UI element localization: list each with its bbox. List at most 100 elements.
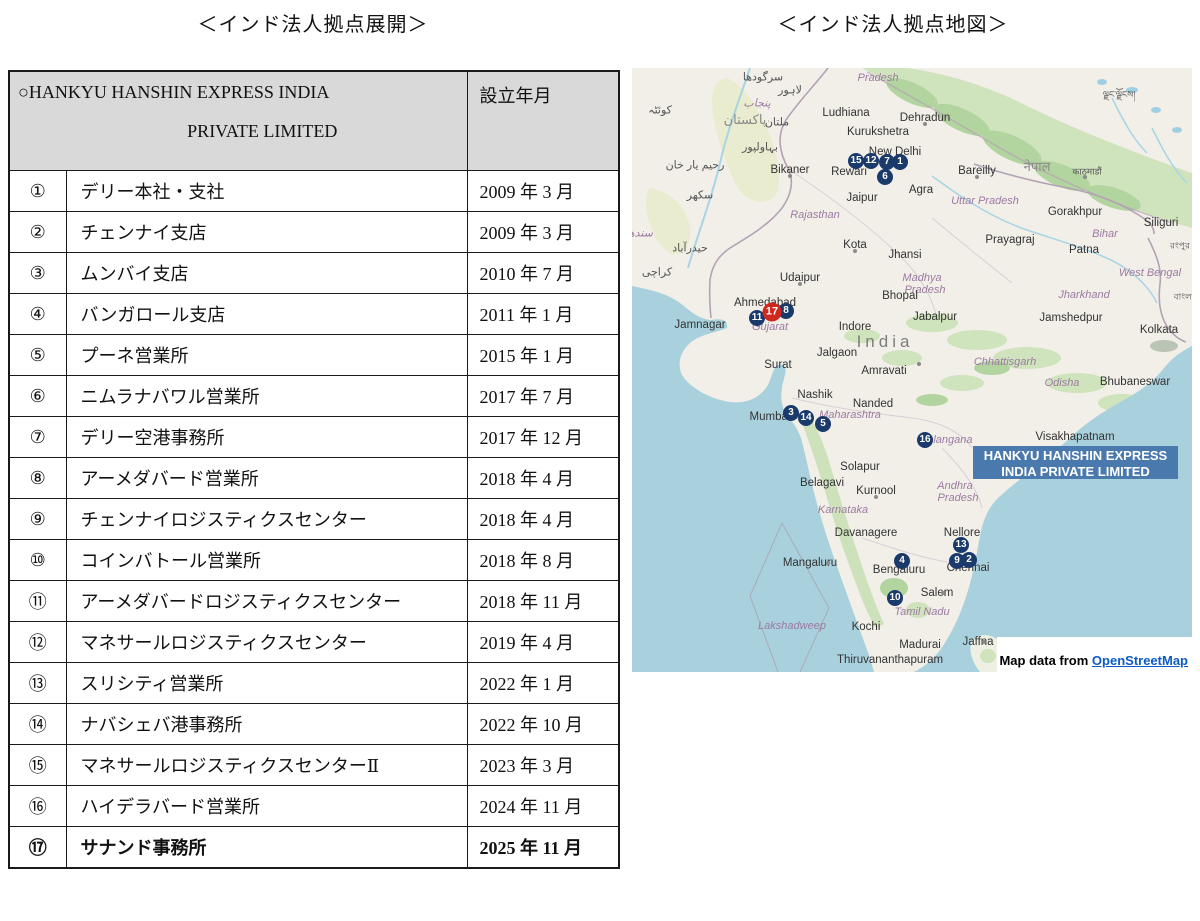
- map-geography: [632, 68, 1192, 672]
- town-dot: [853, 249, 857, 253]
- table-row: ⑤プーネ営業所2015 年 1 月: [9, 335, 619, 376]
- office-name: バンガロール支店: [66, 294, 467, 335]
- company-map-label: HANKYU HANSHIN EXPRESS INDIA PRIVATE LIM…: [973, 446, 1178, 479]
- map-marker-12: 12: [863, 153, 879, 169]
- table-row: ⑭ナバシェバ港事務所2022 年 10 月: [9, 704, 619, 745]
- town-dot: [975, 175, 979, 179]
- company-header-cell: ○HANKYU HANSHIN EXPRESS INDIA PRIVATE LI…: [9, 71, 467, 171]
- established-date: 2010 年 7 月: [467, 253, 619, 294]
- map-marker-5: 5: [815, 416, 831, 432]
- map-marker-1: 1: [892, 154, 908, 170]
- table-row: ④バンガロール支店2011 年 1 月: [9, 294, 619, 335]
- established-date: 2019 年 4 月: [467, 622, 619, 663]
- map-marker-16: 16: [917, 432, 933, 448]
- office-name: マネサールロジスティクスセンターⅡ: [66, 745, 467, 786]
- row-number: ⑨: [9, 499, 66, 540]
- established-date: 2018 年 11 月: [467, 581, 619, 622]
- row-number: ⑪: [9, 581, 66, 622]
- map-attribution-prefix: Map data from: [999, 653, 1091, 668]
- table-row: ⑪アーメダバードロジスティクスセンター2018 年 11 月: [9, 581, 619, 622]
- company-name-line2: PRIVATE LIMITED: [18, 121, 467, 142]
- map-marker-10: 10: [887, 590, 903, 606]
- company-map-label-line2: INDIA PRIVATE LIMITED: [973, 464, 1178, 480]
- map-marker-17: 17: [763, 303, 782, 322]
- established-date: 2023 年 3 月: [467, 745, 619, 786]
- company-map-label-line1: HANKYU HANSHIN EXPRESS: [973, 448, 1178, 464]
- row-number: ⑭: [9, 704, 66, 745]
- row-number: ⑦: [9, 417, 66, 458]
- map-marker-6: 6: [877, 169, 893, 185]
- date-column-header: 設立年月: [467, 71, 619, 171]
- office-name: ハイデラバード営業所: [66, 786, 467, 827]
- row-number: ⑰: [9, 827, 66, 868]
- office-name: ムンバイ支店: [66, 253, 467, 294]
- table-row: ⑩コインバトール営業所2018 年 8 月: [9, 540, 619, 581]
- page: ＜インド法人拠点展開＞ ○HANKYU HANSHIN EXPRESS INDI…: [0, 0, 1200, 921]
- established-date: 2011 年 1 月: [467, 294, 619, 335]
- row-number: ②: [9, 212, 66, 253]
- map-marker-15: 15: [848, 153, 864, 169]
- established-date: 2009 年 3 月: [467, 212, 619, 253]
- table-row: ⑧アーメダバード営業所2018 年 4 月: [9, 458, 619, 499]
- office-name: プーネ営業所: [66, 335, 467, 376]
- right-panel-title: ＜インド法人拠点地図＞: [778, 8, 1009, 37]
- company-name-line1: ○HANKYU HANSHIN EXPRESS INDIA: [18, 82, 467, 103]
- town-dot: [923, 122, 927, 126]
- established-date: 2018 年 4 月: [467, 499, 619, 540]
- map-attribution: Map data from OpenStreetMap: [997, 637, 1192, 672]
- table-row: ②チェンナイ支店2009 年 3 月: [9, 212, 619, 253]
- office-name: ニムラナバワル営業所: [66, 376, 467, 417]
- town-dot: [874, 495, 878, 499]
- map-marker-3: 3: [783, 405, 799, 421]
- office-name: ナバシェバ港事務所: [66, 704, 467, 745]
- left-panel-title: ＜インド法人拠点展開＞: [198, 8, 429, 37]
- town-dot: [982, 640, 986, 644]
- table-row: ①デリー本社・支社2009 年 3 月: [9, 171, 619, 212]
- table-row: ⑮マネサールロジスティクスセンターⅡ2023 年 3 月: [9, 745, 619, 786]
- established-date: 2017 年 12 月: [467, 417, 619, 458]
- town-dot: [826, 561, 830, 565]
- row-number: ⑮: [9, 745, 66, 786]
- established-date: 2022 年 1 月: [467, 663, 619, 704]
- town-dot: [941, 591, 945, 595]
- established-date: 2018 年 8 月: [467, 540, 619, 581]
- office-name: デリー本社・支社: [66, 171, 467, 212]
- map-marker-4: 4: [894, 553, 910, 569]
- office-name: デリー空港事務所: [66, 417, 467, 458]
- established-date: 2018 年 4 月: [467, 458, 619, 499]
- office-table-body: ○HANKYU HANSHIN EXPRESS INDIA PRIVATE LI…: [9, 71, 619, 868]
- row-number: ⑯: [9, 786, 66, 827]
- established-date: 2015 年 1 月: [467, 335, 619, 376]
- office-name: コインバトール営業所: [66, 540, 467, 581]
- india-map-image: PradeshLudhianaDehradunKurukshetraNew De…: [632, 68, 1192, 672]
- row-number: ⑬: [9, 663, 66, 704]
- table-row: ③ムンバイ支店2010 年 7 月: [9, 253, 619, 294]
- row-number: ④: [9, 294, 66, 335]
- row-number: ⑤: [9, 335, 66, 376]
- established-date: 2017 年 7 月: [467, 376, 619, 417]
- town-dot: [917, 362, 921, 366]
- table-row: ⑫マネサールロジスティクスセンター2019 年 4 月: [9, 622, 619, 663]
- map-marker-2: 2: [961, 552, 977, 568]
- table-row: ⑥ニムラナバワル営業所2017 年 7 月: [9, 376, 619, 417]
- openstreetmap-link[interactable]: OpenStreetMap: [1092, 653, 1188, 668]
- row-number: ①: [9, 171, 66, 212]
- table-header-row: ○HANKYU HANSHIN EXPRESS INDIA PRIVATE LI…: [9, 71, 619, 171]
- office-name: アーメダバードロジスティクスセンター: [66, 581, 467, 622]
- established-date: 2022 年 10 月: [467, 704, 619, 745]
- row-number: ③: [9, 253, 66, 294]
- table-row: ⑨チェンナイロジスティクスセンター2018 年 4 月: [9, 499, 619, 540]
- office-name: チェンナイ支店: [66, 212, 467, 253]
- office-name: スリシティ営業所: [66, 663, 467, 704]
- map-marker-13: 13: [953, 537, 969, 553]
- row-number: ⑧: [9, 458, 66, 499]
- table-row: ⑰サナンド事務所2025 年 11 月: [9, 827, 619, 868]
- town-dot: [798, 282, 802, 286]
- row-number: ⑥: [9, 376, 66, 417]
- map-marker-14: 14: [798, 410, 814, 426]
- office-name: アーメダバード営業所: [66, 458, 467, 499]
- established-date: 2024 年 11 月: [467, 786, 619, 827]
- office-name: チェンナイロジスティクスセンター: [66, 499, 467, 540]
- office-name: サナンド事務所: [66, 827, 467, 868]
- office-table: ○HANKYU HANSHIN EXPRESS INDIA PRIVATE LI…: [8, 70, 620, 869]
